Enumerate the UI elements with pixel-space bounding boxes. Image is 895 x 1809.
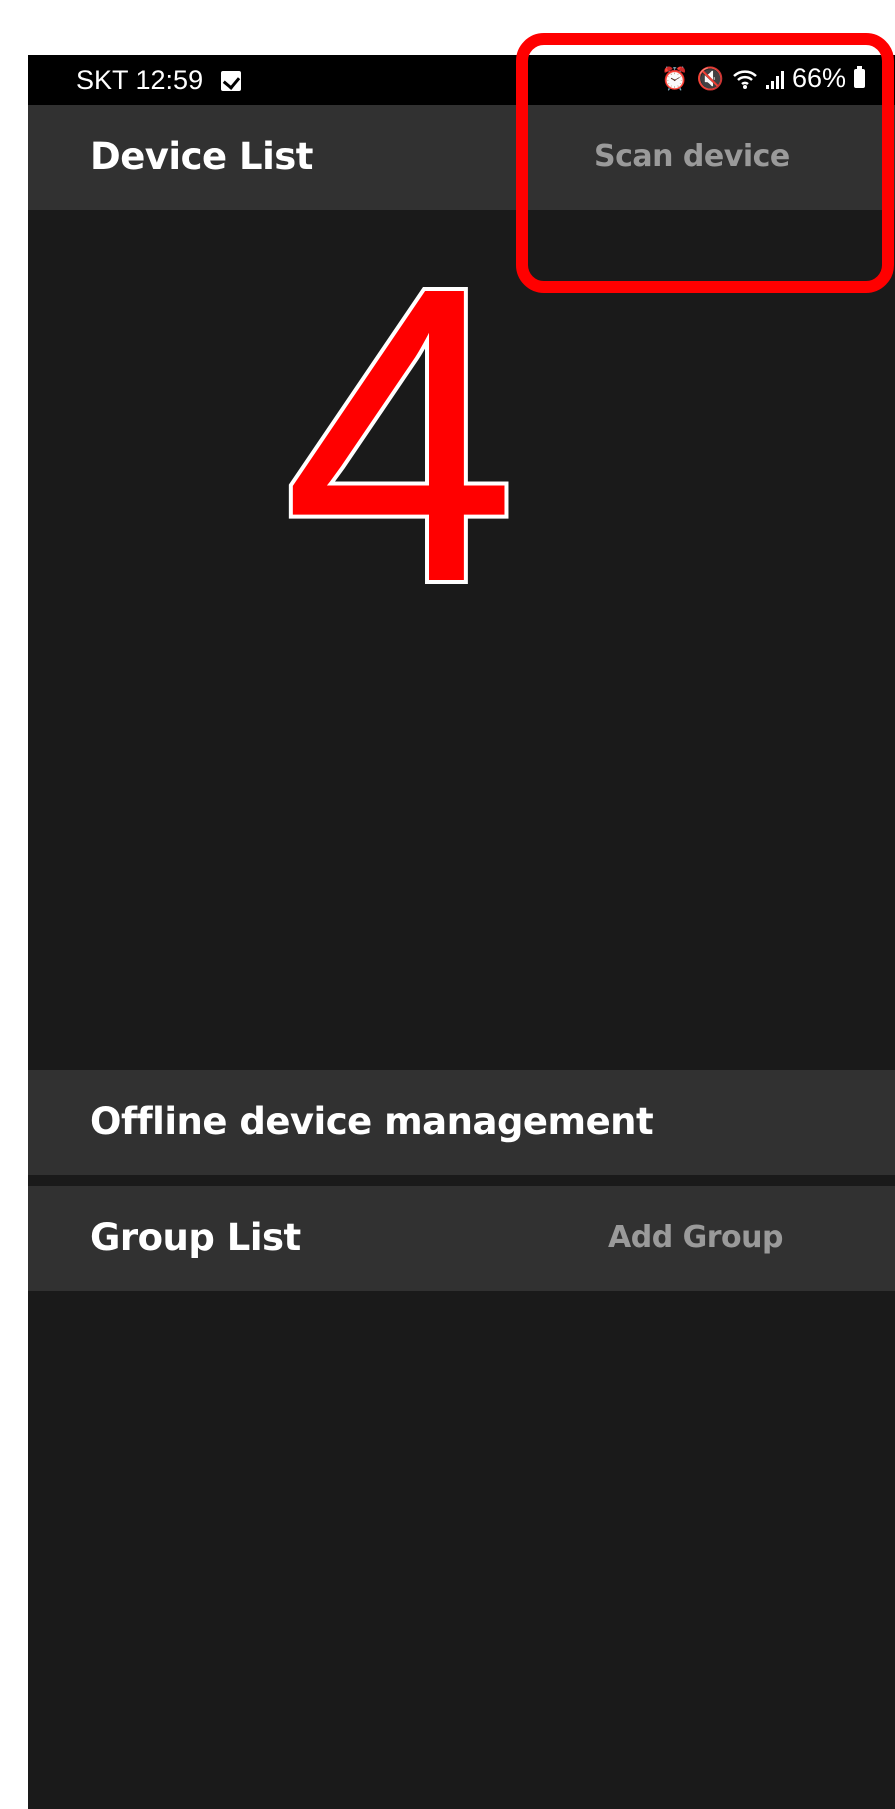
checkbox-notification-icon [221,70,242,91]
step-number-text: 4 [283,245,517,615]
device-list-title: Device List [90,135,314,178]
carrier-time: SKT 12:59 [76,65,204,95]
highlight-box [516,33,894,293]
offline-device-management-row[interactable]: Offline device management [28,1070,895,1175]
group-list-header: Group List Add Group [28,1186,895,1291]
group-list-title: Group List [90,1216,301,1259]
step-number-annotation: 4 [279,245,521,615]
offline-device-management-title: Offline device management [90,1100,654,1143]
add-group-button[interactable]: Add Group [608,1220,783,1255]
status-left: SKT 12:59 [76,65,242,96]
